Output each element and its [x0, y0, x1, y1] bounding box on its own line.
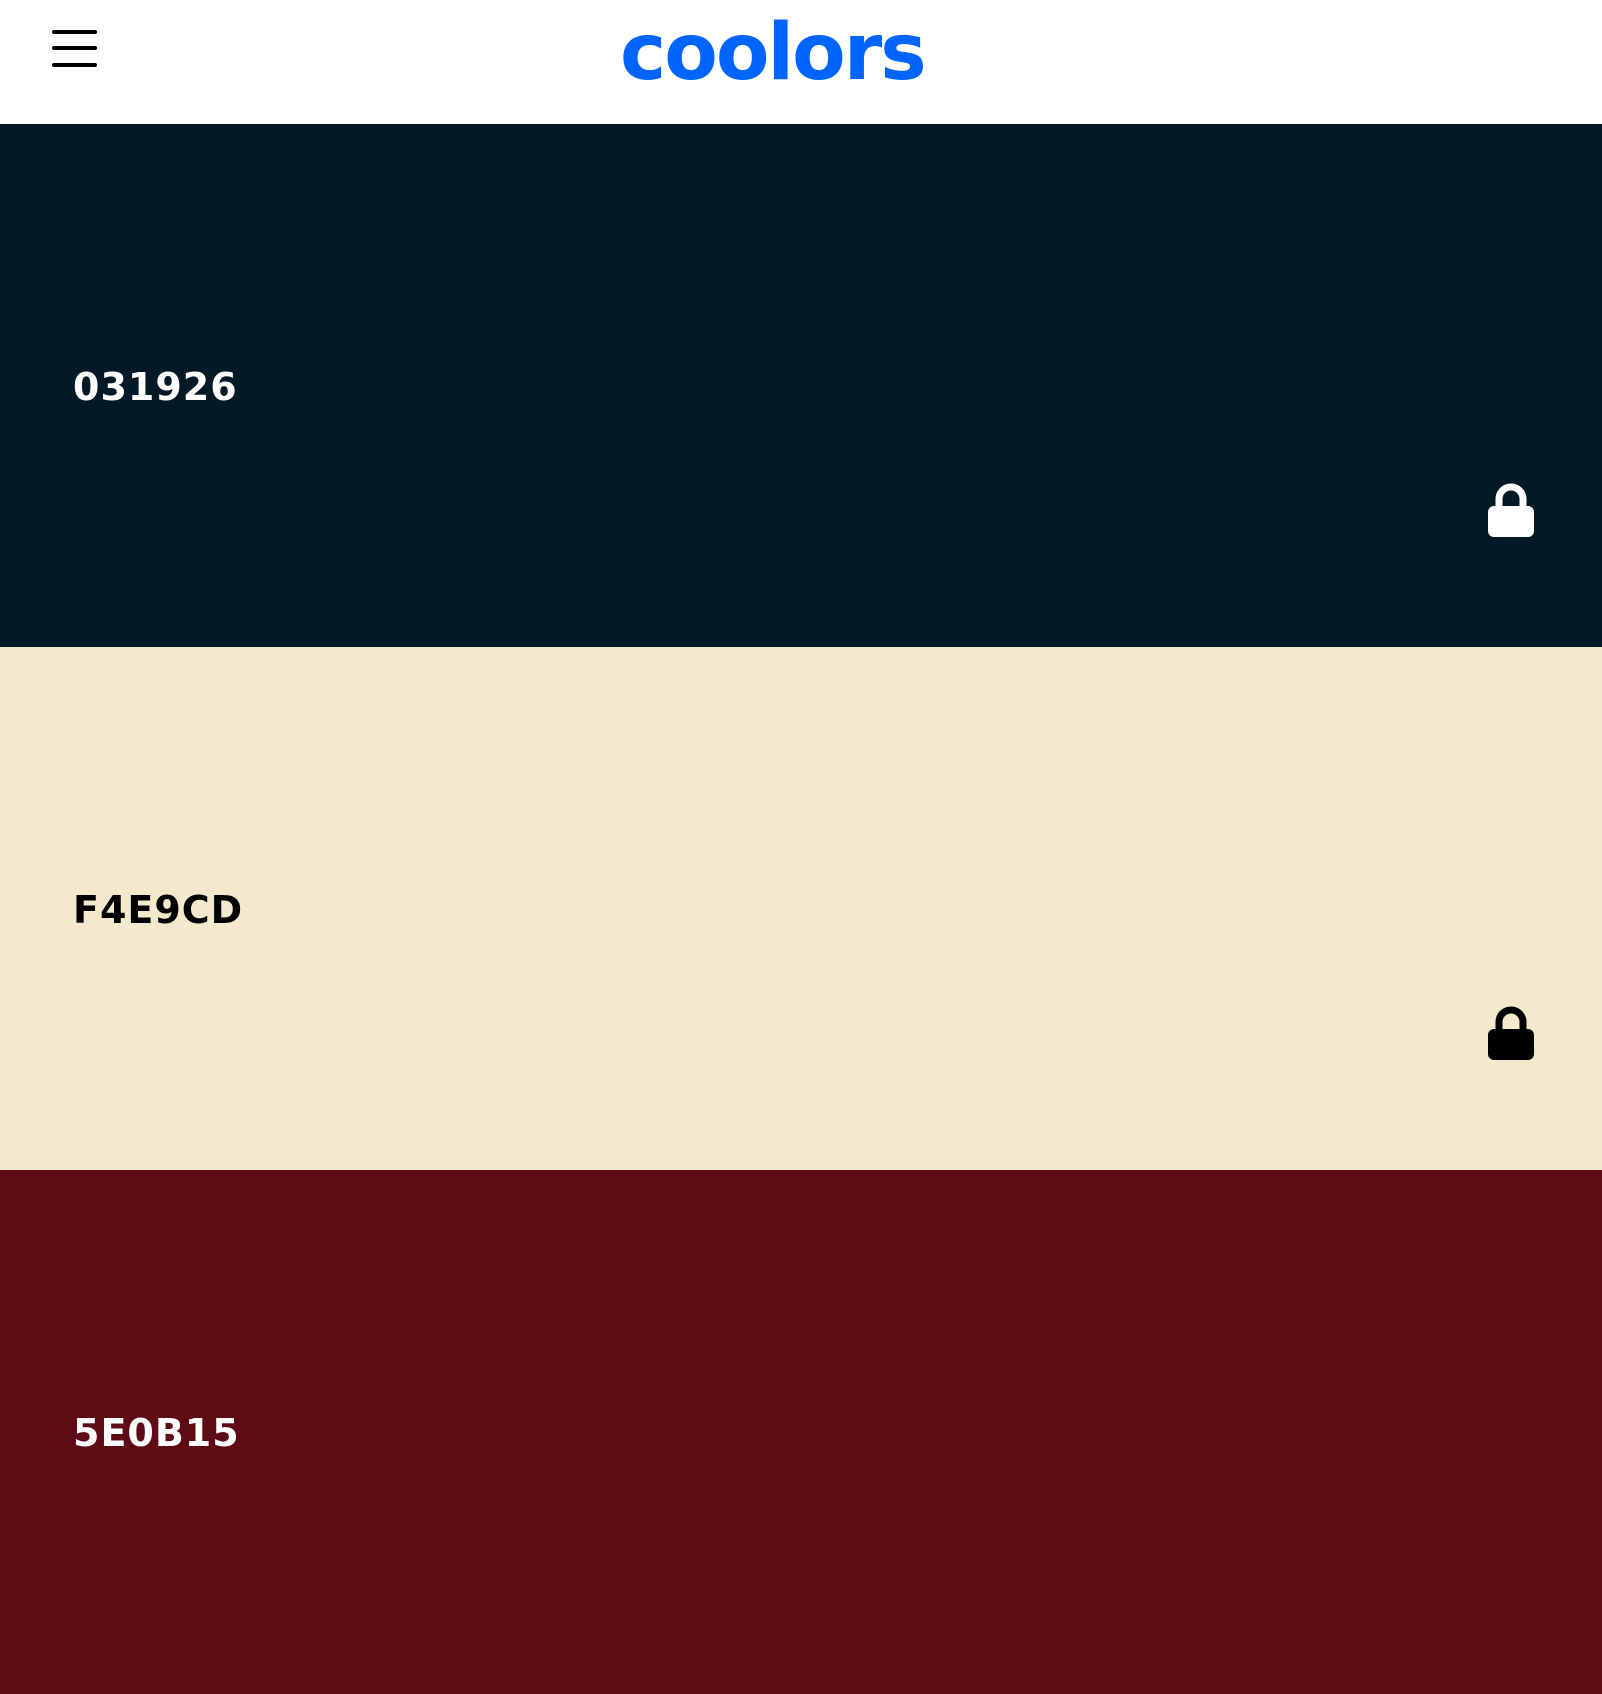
menu-line: [52, 46, 97, 50]
color-swatch-3[interactable]: 5E0B15: [0, 1170, 1602, 1694]
lock-icon[interactable]: [1486, 482, 1536, 538]
menu-line: [52, 63, 97, 67]
hex-code-label[interactable]: 5E0B15: [73, 1414, 240, 1452]
color-swatch-1[interactable]: 031926: [0, 124, 1602, 647]
logo-wordmark: coolors: [620, 8, 927, 98]
coolors-logo[interactable]: coolors: [620, 8, 970, 108]
lock-icon[interactable]: [1486, 1005, 1536, 1061]
hex-code-label[interactable]: 031926: [73, 368, 238, 406]
hamburger-menu-icon[interactable]: [50, 26, 100, 74]
color-swatch-2[interactable]: F4E9CD: [0, 647, 1602, 1170]
logo-text: coolors: [620, 8, 925, 98]
app-header: coolors: [0, 0, 1602, 124]
hex-code-label[interactable]: F4E9CD: [73, 891, 243, 929]
menu-line: [52, 30, 97, 34]
palette: 031926 F4E9CD 5E0B15: [0, 124, 1602, 1694]
